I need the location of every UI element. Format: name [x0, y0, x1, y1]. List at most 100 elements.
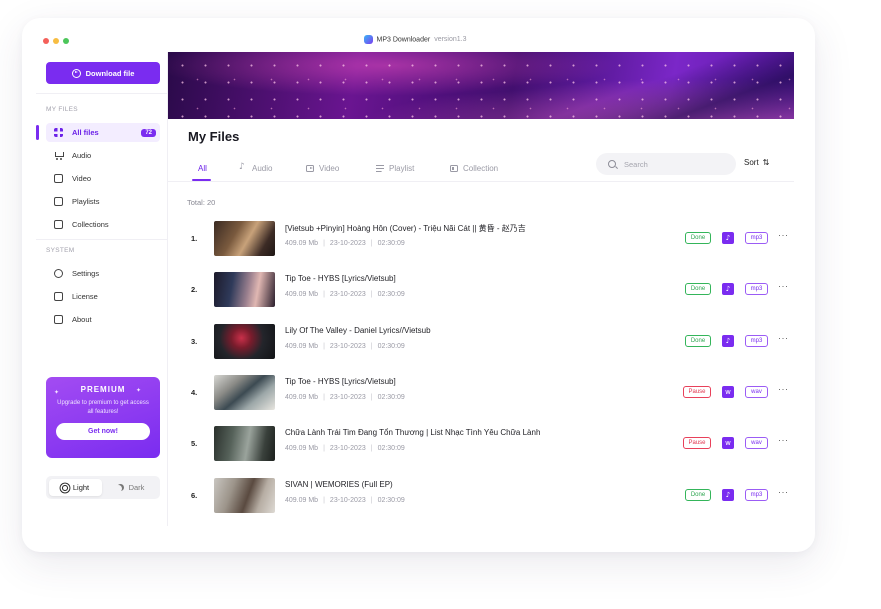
tab-collection[interactable]: Collection [450, 154, 498, 182]
light-theme-label: Light [72, 483, 90, 492]
more-options-icon[interactable]: ··· [778, 435, 789, 445]
row-number: 4. [191, 388, 198, 397]
file-title: SIVAN | WEMORIES (Full EP) [285, 480, 393, 489]
tab-label: Collection [463, 163, 499, 173]
status-badge: Done [685, 335, 711, 347]
file-size: 409.09 Mb [285, 394, 319, 401]
status-badge: Done [685, 283, 711, 295]
list-item[interactable]: 1. [Vietsub +Pinyin] Hoàng Hôn (Cover) -… [188, 217, 794, 261]
tab-label: Playlist [389, 163, 415, 173]
sidebar-item-label: Settings [72, 269, 100, 278]
file-duration: 02:30:09 [377, 497, 405, 504]
video-thumbnail [214, 375, 275, 410]
page-title: My Files [188, 129, 240, 144]
banner-particles [168, 52, 794, 119]
list-item[interactable]: 6. SIVAN | WEMORIES (Full EP) 409.09 Mb |… [188, 474, 794, 518]
sidebar-item-about[interactable]: About [46, 310, 160, 329]
music-file-icon: ♪ [722, 283, 734, 295]
sidebar-item-audio[interactable]: Audio [46, 146, 160, 165]
row-number: 5. [191, 439, 198, 448]
sparkle-icon: ✦ [136, 388, 142, 394]
file-meta: 409.09 Mb | 23-10-2023 | 02:30:09 [285, 445, 405, 452]
dark-theme-button[interactable]: Dark [104, 479, 157, 496]
my-files-heading: MY FILES [46, 106, 78, 113]
gear-icon [54, 269, 63, 278]
sort-button[interactable]: Sort ⇅ [744, 158, 769, 167]
file-duration: 02:30:09 [377, 394, 405, 401]
sidebar-item-label: License [72, 292, 98, 301]
download-file-label: Download file [85, 68, 135, 78]
tab-audio[interactable]: Audio [239, 154, 272, 182]
sidebar-item-label: Playlists [72, 197, 100, 206]
wave-file-icon: w [722, 437, 734, 449]
file-meta: 409.09 Mb | 23-10-2023 | 02:30:09 [285, 394, 405, 401]
sidebar-item-collections[interactable]: Collections [46, 215, 160, 234]
list-item[interactable]: 4. Tip Toe - HYBS [Lyrics/Vietsub] 409.0… [188, 371, 794, 415]
file-meta: 409.09 Mb | 23-10-2023 | 02:30:09 [285, 291, 405, 298]
music-file-icon: ♪ [722, 489, 734, 501]
search-icon [608, 160, 616, 168]
sidebar-item-video[interactable]: Video [46, 169, 160, 188]
play-circle-icon [71, 68, 81, 78]
tab-label: Audio [252, 163, 273, 173]
sidebar-item-playlists[interactable]: Playlists [46, 192, 160, 211]
file-type-badge: wav [745, 437, 768, 449]
title-bar: MP3 Downloader version1.3 [36, 30, 794, 52]
file-meta: 409.09 Mb | 23-10-2023 | 02:30:09 [285, 343, 405, 350]
list-item[interactable]: 3. Lily Of The Valley - Daniel Lyrics//V… [188, 320, 794, 364]
row-number: 6. [191, 491, 198, 500]
tab-label: Video [319, 163, 340, 173]
sidebar-item-settings[interactable]: Settings [46, 264, 160, 283]
file-date: 23-10-2023 [329, 343, 366, 350]
light-theme-button[interactable]: Light [49, 479, 102, 496]
app-logo-icon [363, 35, 373, 44]
moon-icon [117, 484, 124, 491]
file-date: 23-10-2023 [329, 240, 366, 247]
playlist-icon [54, 197, 63, 206]
tab-video[interactable]: Video [306, 154, 339, 182]
sidebar-item-all-files[interactable]: All files 72 [46, 123, 160, 142]
active-tab-underline [192, 179, 211, 181]
row-number: 3. [191, 337, 198, 346]
premium-title: PREMIUM [80, 385, 126, 394]
theme-toggle: Light Dark [46, 476, 160, 499]
file-size: 409.09 Mb [285, 240, 319, 247]
more-options-icon[interactable]: ··· [778, 384, 789, 394]
video-thumbnail [214, 324, 275, 359]
download-file-button[interactable]: Download file [46, 62, 160, 84]
more-options-icon[interactable]: ··· [778, 281, 789, 291]
file-type-badge: mp3 [745, 489, 768, 501]
more-options-icon[interactable]: ··· [778, 487, 789, 497]
file-title: Lily Of The Valley - Daniel Lyrics//Viet… [285, 326, 431, 335]
search-input[interactable] [624, 159, 724, 169]
sidebar-item-license[interactable]: License [46, 287, 160, 306]
sort-label: Sort [744, 158, 759, 167]
video-thumbnail [214, 478, 275, 513]
system-heading: SYSTEM [46, 247, 75, 254]
file-size: 409.09 Mb [285, 343, 319, 350]
more-options-icon[interactable]: ··· [778, 333, 789, 343]
app-version: version1.3 [434, 36, 467, 44]
row-number: 2. [191, 285, 198, 294]
sidebar-item-label: Video [72, 174, 92, 183]
music-file-icon: ♪ [722, 232, 734, 244]
file-type-badge: wav [745, 386, 768, 398]
grid-icon [54, 128, 63, 137]
premium-description: Upgrade to premium to get access all fea… [57, 400, 149, 415]
license-icon [54, 292, 63, 301]
list-item[interactable]: 2. Tip Toe - HYBS [Lyrics/Vietsub] 409.0… [188, 268, 794, 312]
more-options-icon[interactable]: ··· [778, 230, 789, 240]
list-icon [376, 164, 384, 172]
app-name: MP3 Downloader [376, 36, 431, 44]
file-duration: 02:30:09 [377, 445, 405, 452]
file-size: 409.09 Mb [285, 291, 319, 298]
sidebar: Download file MY FILES All files 72 Audi… [36, 52, 168, 526]
status-badge: Done [685, 232, 711, 244]
list-item[interactable]: 5. Chữa Lành Trái Tim Đang Tổn Thương | … [188, 422, 794, 466]
video-thumbnail [214, 426, 275, 461]
file-size: 409.09 Mb [285, 497, 319, 504]
tab-all[interactable]: All [198, 154, 207, 182]
sidebar-item-label: Collections [72, 220, 109, 229]
tab-playlist[interactable]: Playlist [376, 154, 414, 182]
get-now-button[interactable]: Get now! [56, 423, 150, 440]
